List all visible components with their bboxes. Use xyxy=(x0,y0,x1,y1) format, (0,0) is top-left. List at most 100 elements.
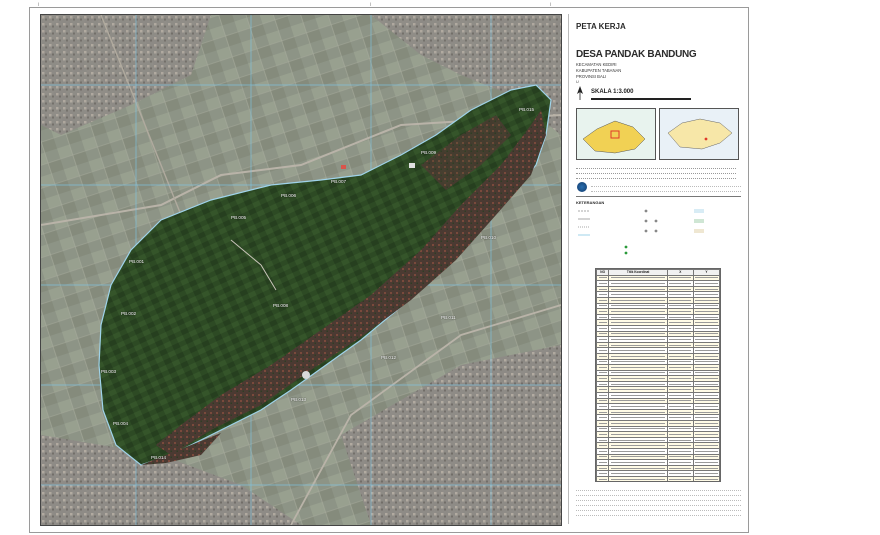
illegible-text xyxy=(695,294,718,296)
illegible-text xyxy=(669,282,692,284)
illegible-text xyxy=(695,461,718,463)
illegible-text xyxy=(695,322,718,324)
illegible-text xyxy=(610,322,666,324)
illegible-text xyxy=(669,473,692,475)
illegible-text xyxy=(669,422,692,424)
illegible-text xyxy=(598,316,607,318)
coordinates-table-grid: NO Titik Koordinat X Y xyxy=(596,269,720,481)
kabupaten-text: KABUPATEN TABANAN xyxy=(576,68,622,73)
illegible-text xyxy=(610,417,666,419)
illegible-text xyxy=(669,378,692,380)
illegible-text xyxy=(695,394,718,396)
illegible-text xyxy=(695,422,718,424)
kecamatan-text: KECAMATAN KEDIRI xyxy=(576,62,617,67)
map-label: PB.002 xyxy=(121,311,137,316)
illegible-text xyxy=(695,299,718,301)
legend-panel: PETA KERJA DESA PANDAK BANDUNG KECAMATAN… xyxy=(568,14,747,524)
illegible-text xyxy=(610,294,666,296)
illegible-text xyxy=(610,467,666,469)
illegible-text xyxy=(610,366,666,368)
illegible-text xyxy=(695,310,718,312)
map-label: PB.009 xyxy=(421,150,437,155)
illegible-text xyxy=(610,394,666,396)
map-canvas xyxy=(41,15,561,525)
illegible-text xyxy=(695,383,718,385)
illegible-text xyxy=(598,389,607,391)
illegible-text xyxy=(598,288,607,290)
illegible-text xyxy=(669,456,692,458)
illegible-text xyxy=(669,310,692,312)
illegible-text xyxy=(695,473,718,475)
illegible-text xyxy=(598,406,607,408)
illegible-text xyxy=(695,350,718,352)
illegible-text xyxy=(669,445,692,447)
illegible-text xyxy=(669,366,692,368)
illegible-text xyxy=(695,372,718,374)
illegible-text xyxy=(610,411,666,413)
illegible-text xyxy=(610,456,666,458)
footnote-lines xyxy=(576,486,741,516)
village-title: DESA PANDAK BANDUNG xyxy=(576,49,697,60)
illegible-text xyxy=(669,344,692,346)
illegible-text xyxy=(669,294,692,296)
illegible-text xyxy=(695,378,718,380)
map-label: PB.010 xyxy=(481,235,497,240)
illegible-text xyxy=(598,434,607,436)
illegible-text xyxy=(610,305,666,307)
map-label: PB.003 xyxy=(101,369,117,374)
illegible-text xyxy=(669,316,692,318)
illegible-text xyxy=(610,316,666,318)
satellite-map[interactable]: PB.001 PB.002 PB.003 PB.004 PB.005 PB.00… xyxy=(40,14,562,526)
illegible-text xyxy=(695,327,718,329)
illegible-text xyxy=(695,406,718,408)
illegible-text xyxy=(598,299,607,301)
illegible-text xyxy=(669,350,692,352)
illegible-text xyxy=(610,439,666,441)
illegible-text xyxy=(695,361,718,363)
illegible-text xyxy=(695,344,718,346)
illegible-text xyxy=(695,434,718,436)
illegible-text xyxy=(669,450,692,452)
illegible-text xyxy=(695,355,718,357)
illegible-text xyxy=(669,417,692,419)
map-sheet: | | | PB.001 PB.002 PB.003 PB.004 PB.005… xyxy=(29,2,749,533)
legend-symbols xyxy=(576,207,741,267)
illegible-text xyxy=(598,478,607,480)
illegible-text xyxy=(610,434,666,436)
illegible-text xyxy=(610,478,666,480)
illegible-text xyxy=(695,282,718,284)
illegible-text xyxy=(598,344,607,346)
coordinates-table[interactable]: NO Titik Koordinat X Y xyxy=(595,268,721,482)
illegible-text xyxy=(669,299,692,301)
illegible-text xyxy=(598,355,607,357)
illegible-text xyxy=(669,439,692,441)
north-arrow-icon xyxy=(577,86,583,100)
agency-lines xyxy=(591,182,741,192)
map-label: PB.014 xyxy=(151,455,167,460)
illegible-text xyxy=(695,338,718,340)
illegible-text xyxy=(598,327,607,329)
provinsi-text: PROVINSI BALI xyxy=(576,74,607,79)
illegible-text xyxy=(598,400,607,402)
illegible-text xyxy=(598,422,607,424)
illegible-text xyxy=(695,439,718,441)
illegible-text xyxy=(598,383,607,385)
illegible-text xyxy=(610,406,666,408)
illegible-text xyxy=(669,400,692,402)
illegible-text xyxy=(610,310,666,312)
illegible-text xyxy=(669,478,692,480)
table-body xyxy=(596,274,720,481)
illegible-text xyxy=(669,467,692,469)
illegible-text xyxy=(598,310,607,312)
illegible-text xyxy=(598,411,607,413)
illegible-text xyxy=(669,428,692,430)
illegible-text xyxy=(695,288,718,290)
illegible-text xyxy=(695,478,718,480)
illegible-text xyxy=(598,378,607,380)
north-label: U xyxy=(576,80,579,84)
illegible-text xyxy=(669,383,692,385)
illegible-text xyxy=(695,445,718,447)
map-label: PB.004 xyxy=(113,421,129,426)
illegible-text xyxy=(598,439,607,441)
illegible-text xyxy=(669,461,692,463)
